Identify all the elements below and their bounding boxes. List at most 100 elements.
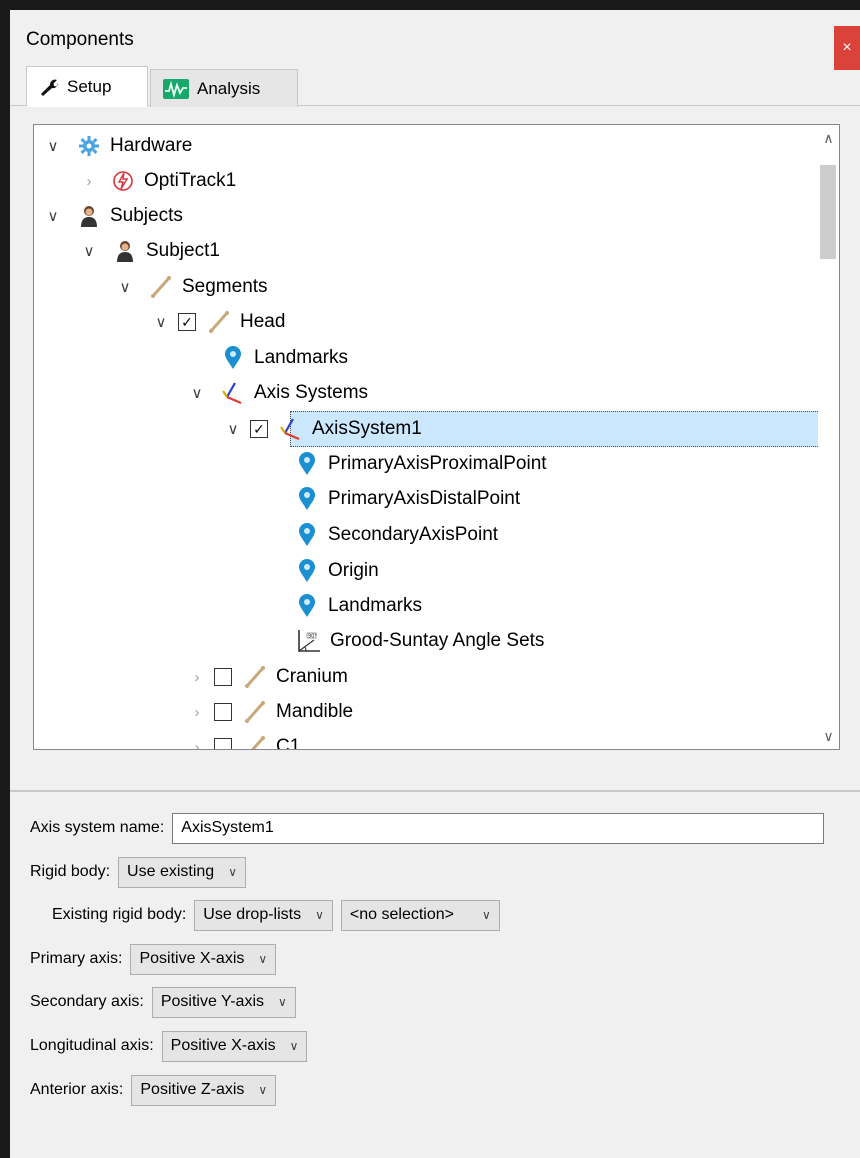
chevron-right-icon[interactable]: ›	[186, 736, 208, 750]
chevron-down-icon: ∨	[481, 908, 491, 922]
scroll-up-icon[interactable]: ∧	[818, 127, 839, 149]
primary-axis-value: Positive X-axis	[139, 950, 245, 967]
secondary-axis-value: Positive Y-axis	[160, 993, 265, 1010]
chevron-down-icon[interactable]: ∨	[114, 276, 136, 298]
mandible-checkbox[interactable]	[214, 703, 232, 721]
c1-checkbox[interactable]	[214, 738, 232, 749]
tree-item-label: PrimaryAxisDistalPoint	[328, 488, 521, 509]
chevron-down-icon[interactable]: ∨	[222, 418, 244, 440]
secondary-axis-dropdown[interactable]: Positive Y-axis ∨	[151, 986, 296, 1018]
component-tree[interactable]: ∨ Hardware › OptiTrack1 ∨ Subjects ∨ Sub…	[33, 124, 840, 750]
chevron-right-icon[interactable]: ›	[186, 666, 208, 688]
window-title: Components	[26, 29, 134, 50]
map-pin-icon	[294, 558, 320, 584]
tree-item-c1[interactable]: › C1	[186, 729, 301, 750]
primary-axis-dropdown[interactable]: Positive X-axis ∨	[130, 943, 277, 975]
tree-item-label: Subject1	[146, 240, 220, 261]
tree-item-optitrack1[interactable]: › OptiTrack1	[78, 163, 237, 199]
tree-item-head[interactable]: ∨ ✓ Head	[150, 304, 285, 340]
tree-item-landmarks-2[interactable]: Landmarks	[294, 588, 422, 624]
close-button[interactable]: ×	[834, 26, 860, 70]
chevron-right-icon[interactable]: ›	[78, 170, 100, 192]
map-pin-icon	[294, 451, 320, 477]
rigid-body-row: Rigid body: Use existing ∨	[30, 856, 256, 888]
existing-rigid-body-value: Use drop-lists	[203, 906, 302, 923]
longitudinal-axis-label: Longitudinal axis:	[30, 1037, 154, 1054]
axis-system-icon	[278, 416, 304, 442]
rigid-body-selection-value: <no selection>	[349, 906, 454, 923]
scroll-down-icon[interactable]: ∨	[818, 725, 839, 747]
tree-item-primaryaxisproximalpoint[interactable]: PrimaryAxisProximalPoint	[294, 446, 547, 482]
tree-item-grood-suntay-angle-sets[interactable]: 90° Grood-Suntay Angle Sets	[296, 623, 544, 659]
longitudinal-axis-dropdown[interactable]: Positive X-axis ∨	[161, 1030, 308, 1062]
bone-icon	[242, 699, 268, 725]
chevron-down-icon: ∨	[315, 908, 324, 922]
chevron-down-icon[interactable]: ∨	[150, 311, 172, 333]
anterior-axis-dropdown[interactable]: Positive Z-axis ∨	[131, 1074, 277, 1106]
tree-item-label: AxisSystem1	[312, 418, 422, 439]
existing-rigid-body-dropdown[interactable]: Use drop-lists ∨	[194, 899, 333, 931]
tree-item-mandible[interactable]: › Mandible	[186, 694, 353, 730]
chevron-right-icon[interactable]: ›	[186, 701, 208, 723]
chevron-down-icon[interactable]: ∨	[78, 240, 100, 262]
tree-scrollbar[interactable]: ∧ ∨	[818, 125, 839, 749]
rigid-body-value: Use existing	[127, 863, 215, 880]
axis-system-name-label: Axis system name:	[30, 819, 165, 836]
waveform-icon	[163, 78, 189, 99]
tree-item-hardware[interactable]: ∨ Hardware	[42, 128, 192, 164]
tree-item-label: Axis Systems	[254, 382, 369, 403]
chevron-down-icon[interactable]: ∨	[186, 382, 208, 404]
tree-item-label: Cranium	[276, 666, 348, 687]
anterior-axis-value: Positive Z-axis	[140, 1081, 245, 1098]
tree-item-subjects[interactable]: ∨ Subjects	[42, 198, 183, 234]
map-pin-icon	[294, 486, 320, 512]
scroll-thumb[interactable]	[820, 165, 836, 259]
map-pin-icon	[294, 593, 320, 619]
primary-axis-label: Primary axis:	[30, 950, 123, 967]
tree-item-axissystem1[interactable]: ∨ ✓ AxisSystem1	[222, 411, 422, 447]
tree-item-label: Origin	[328, 560, 379, 581]
tree-item-label: C1	[276, 736, 301, 750]
tree-item-label: Head	[240, 311, 286, 332]
svg-text:90°: 90°	[308, 634, 317, 640]
tree-item-label: Grood-Suntay Angle Sets	[330, 630, 545, 651]
tree-item-cranium[interactable]: › Cranium	[186, 659, 348, 695]
axis-system-name-row: Axis system name: AxisSystem1	[30, 812, 825, 844]
cranium-checkbox[interactable]	[214, 668, 232, 686]
tab-setup[interactable]: Setup	[26, 66, 148, 107]
tree-item-label: Segments	[182, 276, 268, 297]
rigid-body-dropdown[interactable]: Use existing ∨	[118, 856, 246, 888]
rigid-body-selection-dropdown[interactable]: <no selection> ∨	[340, 899, 500, 931]
tab-analysis[interactable]: Analysis	[150, 69, 298, 107]
bone-icon	[242, 734, 268, 749]
title-bar: Components ×	[10, 10, 860, 70]
chevron-down-icon[interactable]: ∨	[42, 205, 64, 227]
tree-item-segments[interactable]: ∨ Segments	[114, 269, 268, 305]
chevron-down-icon[interactable]: ∨	[42, 135, 64, 157]
tree-item-secondaryaxispoint[interactable]: SecondaryAxisPoint	[294, 517, 498, 553]
panel-divider[interactable]	[10, 790, 860, 792]
properties-form: Axis system name: AxisSystem1 Rigid body…	[10, 796, 860, 1158]
chevron-down-icon: ∨	[228, 865, 237, 879]
gear-icon	[76, 133, 102, 159]
rigid-body-label: Rigid body:	[30, 863, 111, 880]
tree-item-origin[interactable]: Origin	[294, 553, 379, 589]
secondary-axis-row: Secondary axis: Positive Y-axis ∨	[30, 986, 306, 1018]
tree-item-landmarks[interactable]: Landmarks	[220, 340, 348, 376]
tree-item-primaryaxisdistalpoint[interactable]: PrimaryAxisDistalPoint	[294, 481, 520, 517]
bone-icon	[148, 274, 174, 300]
tree-item-axis-systems[interactable]: ∨ Axis Systems	[186, 375, 368, 411]
person-icon	[76, 203, 102, 229]
tree-item-subject1[interactable]: ∨ Subject1	[78, 233, 220, 269]
existing-rigid-body-label: Existing rigid body:	[52, 906, 187, 923]
chevron-down-icon: ∨	[258, 952, 268, 966]
tab-bar: Setup Analysis	[10, 66, 860, 107]
axissystem1-checkbox[interactable]: ✓	[250, 420, 268, 438]
head-checkbox[interactable]: ✓	[178, 313, 196, 331]
primary-axis-row: Primary axis: Positive X-axis ∨	[30, 943, 286, 975]
longitudinal-axis-value: Positive X-axis	[170, 1037, 276, 1054]
tree-item-label: Subjects	[110, 205, 183, 226]
secondary-axis-label: Secondary axis:	[30, 993, 144, 1010]
longitudinal-axis-row: Longitudinal axis: Positive X-axis ∨	[30, 1030, 317, 1062]
axis-system-name-input[interactable]: AxisSystem1	[172, 812, 825, 844]
